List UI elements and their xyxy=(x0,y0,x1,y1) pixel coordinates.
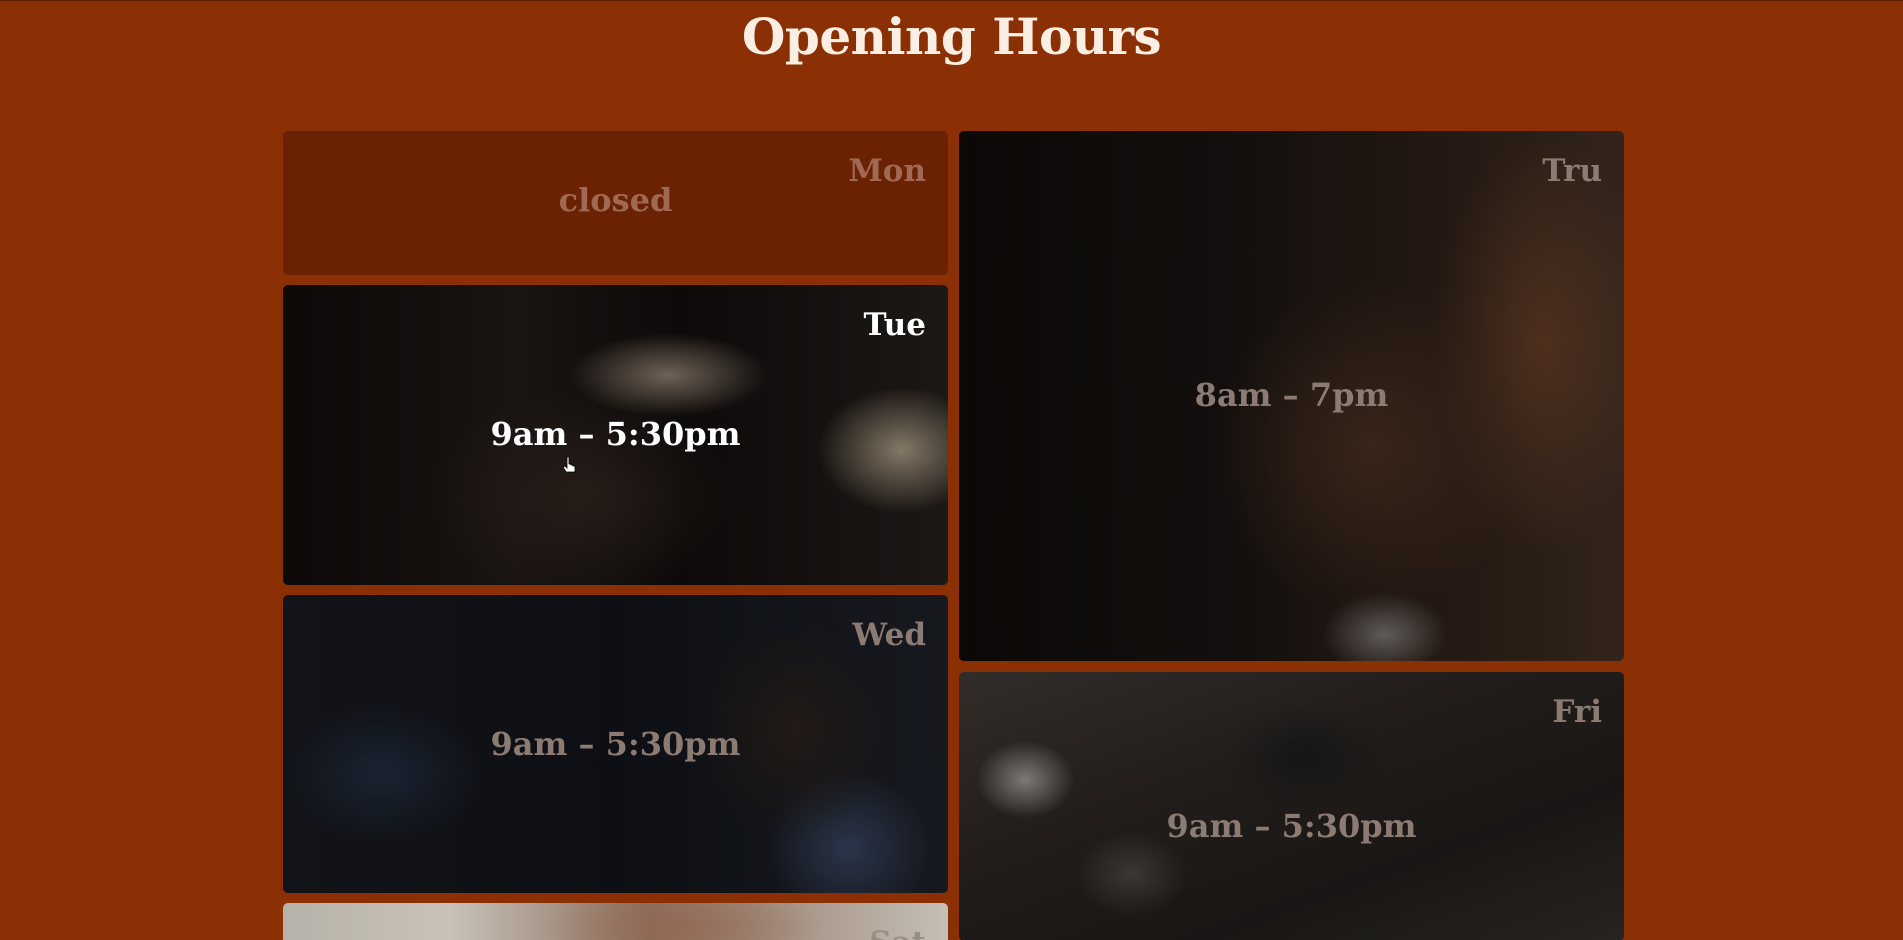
image-dim-overlay xyxy=(959,672,1624,940)
day-card-tue[interactable]: Tue 9am – 5:30pm xyxy=(283,285,948,585)
day-label: Wed xyxy=(852,617,926,653)
day-card-mon[interactable]: Mon closed xyxy=(283,131,948,275)
hours-text: 8am – 7pm xyxy=(1194,376,1389,414)
opening-hours-page: Opening Hours Mon closed Tue 9am – 5:30p… xyxy=(0,0,1903,940)
hours-text: closed xyxy=(558,181,673,219)
hours-text: 9am – 5:30pm xyxy=(490,415,741,453)
day-card-thu[interactable]: Tru 8am – 7pm xyxy=(959,131,1624,661)
hand-cursor-icon xyxy=(562,456,576,473)
day-label: Tue xyxy=(863,307,926,343)
day-card-sat[interactable]: Sat xyxy=(283,903,948,940)
day-label: Sat xyxy=(869,925,926,940)
hours-text: 9am – 5:30pm xyxy=(1166,807,1417,845)
day-label: Tru xyxy=(1542,153,1602,189)
hours-text: 9am – 5:30pm xyxy=(490,725,741,763)
day-card-wed[interactable]: Wed 9am – 5:30pm xyxy=(283,595,948,893)
day-card-fri[interactable]: Fri 9am – 5:30pm xyxy=(959,672,1624,940)
page-title: Opening Hours xyxy=(741,7,1162,66)
day-label: Fri xyxy=(1552,694,1602,730)
